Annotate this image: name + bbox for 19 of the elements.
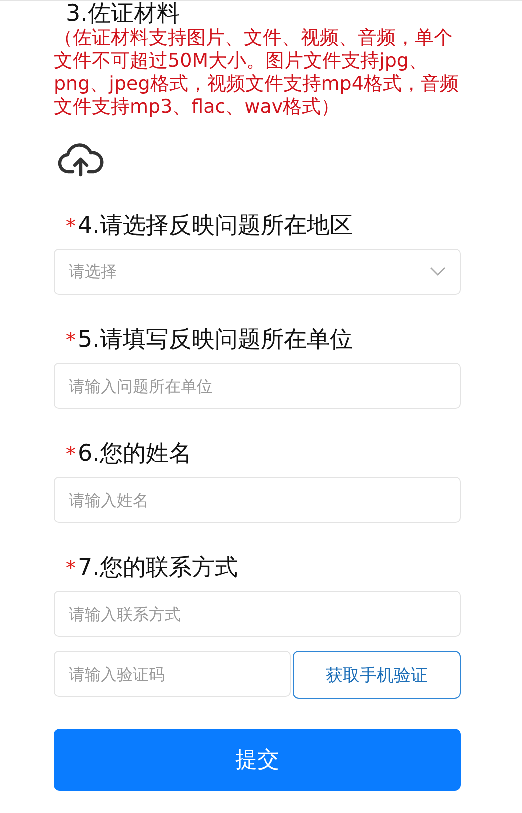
chevron-down-icon xyxy=(430,267,446,277)
code-input-field[interactable]: 请输入验证码 xyxy=(54,651,291,697)
get-code-button[interactable]: 获取手机验证 xyxy=(293,651,461,699)
required-mark: * xyxy=(66,441,76,467)
input-field[interactable]: 请输入姓名 xyxy=(54,477,461,523)
input-field[interactable]: 请输入问题所在单位 xyxy=(54,363,461,409)
submit-button[interactable]: 提交 xyxy=(54,729,461,791)
cloud-upload-icon[interactable] xyxy=(58,141,104,177)
question-title: 7.您的联系方式 xyxy=(78,555,238,581)
question-title: 6.您的姓名 xyxy=(78,441,192,467)
section-title: 3.佐证材料 xyxy=(66,1,181,27)
required-mark: * xyxy=(66,555,76,581)
upload-note: （佐证材料支持图片、文件、视频、音频，单个文件不可超过50M大小。图片文件支持jpg、png、jpeg格式，视频文件支持mp4格式，音频文件支持mp3、flac、wav格式） xyxy=(54,27,460,119)
region-select[interactable]: 请选择 xyxy=(54,249,461,295)
input-field[interactable]: 请输入联系方式 xyxy=(54,591,461,637)
question-title: 4.请选择反映问题所在地区 xyxy=(78,213,353,239)
question-title: 5.请填写反映问题所在单位 xyxy=(78,327,353,353)
required-mark: * xyxy=(66,327,76,353)
required-mark: * xyxy=(66,213,76,239)
